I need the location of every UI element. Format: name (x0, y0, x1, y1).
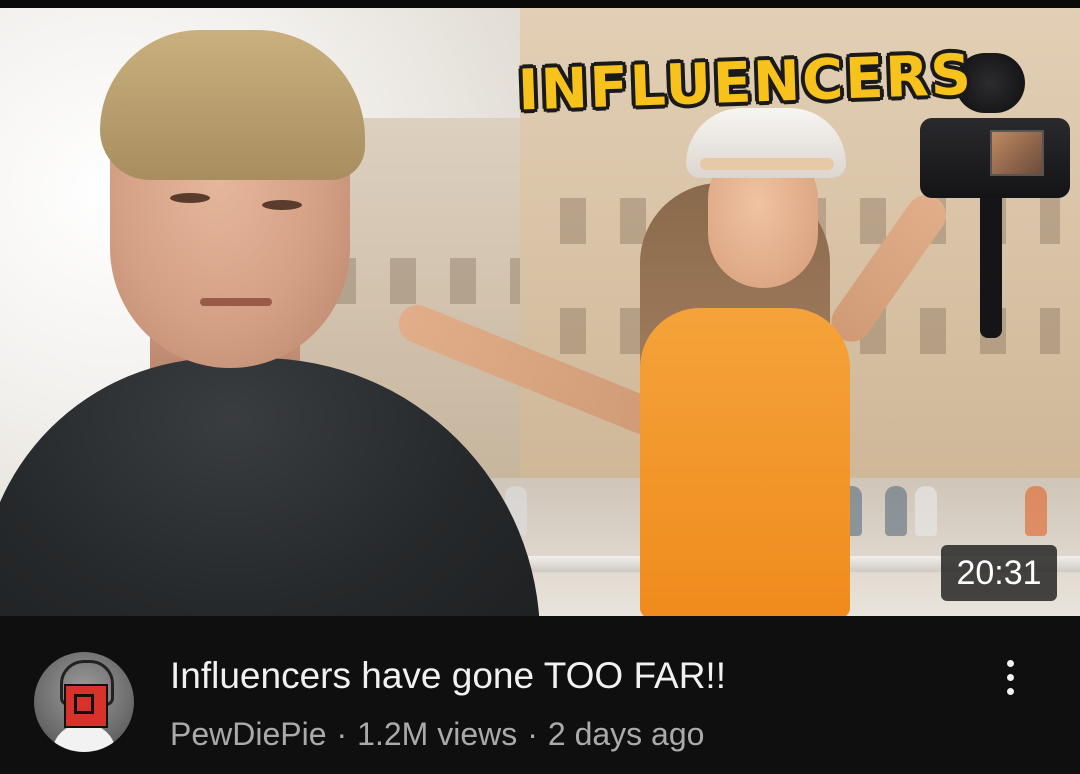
thumbnail-woman-hat-band (700, 158, 834, 170)
meta-separator: · (527, 716, 538, 752)
vertical-dots-icon (1007, 660, 1014, 667)
thumbnail-man-mouth (200, 298, 272, 306)
thumbnail-woman-dress (640, 308, 850, 616)
duration-badge: 20:31 (941, 545, 1057, 601)
more-options-button[interactable] (988, 656, 1032, 700)
video-title[interactable]: Influencers have gone TOO FAR!! (170, 654, 930, 698)
vertical-dots-icon (1007, 688, 1014, 695)
thumbnail-man-eye (170, 193, 210, 203)
video-info-row: Influencers have gone TOO FAR!! PewDiePi… (0, 616, 1080, 774)
vertical-dots-icon (1007, 674, 1014, 681)
video-metadata: PewDiePie · 1.2M views · 2 days ago (170, 714, 930, 754)
channel-name[interactable]: PewDiePie (170, 716, 327, 752)
video-thumbnail[interactable]: INFLUENCERS 20:31 (0, 8, 1080, 616)
avatar-figure-body (52, 724, 116, 752)
thumbnail-pedestrian (1025, 486, 1047, 536)
thumbnail-man-eye (262, 200, 302, 210)
thumbnail-camera-screen (990, 130, 1044, 176)
thumbnail-pedestrian (885, 486, 907, 536)
meta-separator: · (336, 716, 348, 752)
thumbnail-building-windows (330, 258, 520, 304)
view-count: 1.2M views (357, 716, 518, 752)
channel-avatar[interactable] (34, 652, 134, 752)
thumbnail-camera-grip (980, 188, 1002, 338)
thumbnail-pedestrian (915, 486, 937, 536)
avatar-red-box-inner (74, 694, 94, 714)
upload-age: 2 days ago (547, 716, 705, 752)
video-card: INFLUENCERS 20:31 Influencers have gone … (0, 0, 1080, 774)
